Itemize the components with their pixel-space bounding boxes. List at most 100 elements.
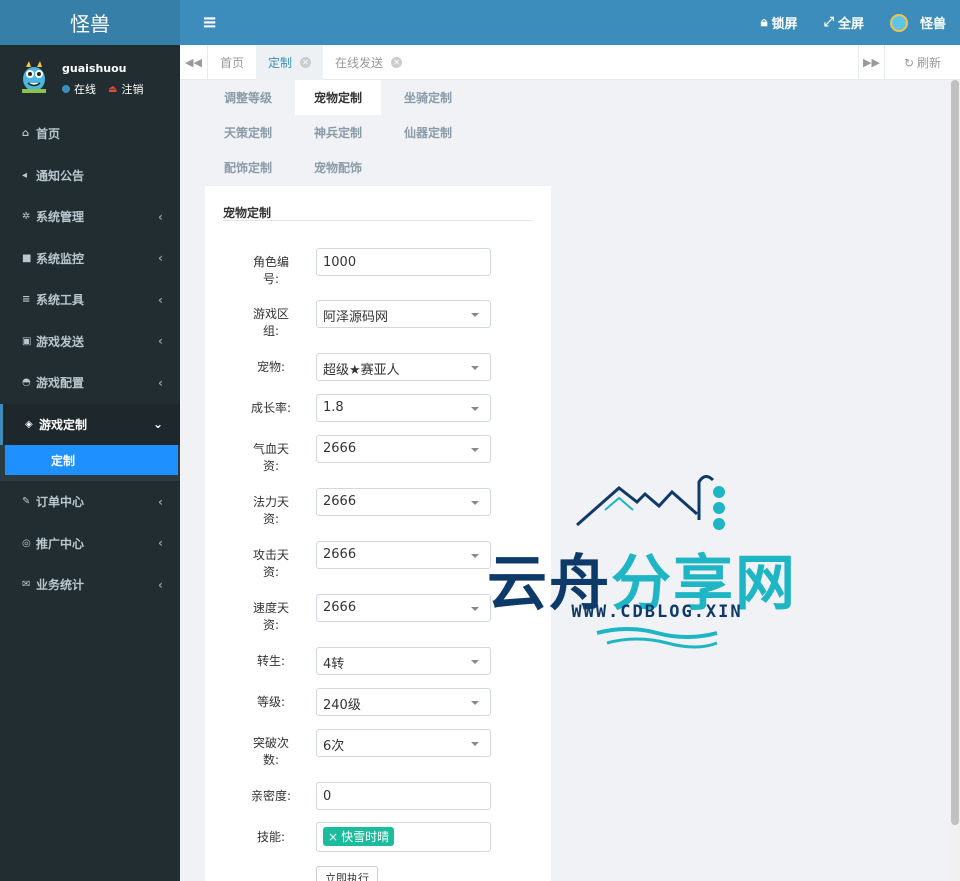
sidebar-submenu: 定制 (0, 445, 180, 481)
breakthrough-label: 突破次数: (252, 736, 289, 767)
speed-aptitude-label: 速度天资: (252, 601, 289, 632)
chevron-left-icon: ‹ (158, 251, 163, 266)
user-menu-label: 怪兽 (919, 17, 946, 32)
online-status-label: 在线 (74, 83, 96, 96)
scrollbar-thumb[interactable] (951, 80, 959, 825)
chevron-left-icon: ‹ (158, 536, 163, 551)
page-scrollbar[interactable] (950, 80, 960, 881)
form-divider (223, 220, 533, 221)
sidebar-item-label: 游戏配置 (36, 376, 85, 391)
sidebar-item-label: 系统管理 (36, 210, 85, 225)
chevron-left-icon: ‹ (158, 494, 163, 509)
lock-screen-label: 锁屏 (771, 17, 798, 32)
role-id-input[interactable] (316, 248, 491, 276)
sidebar-item-label: 通知公告 (36, 168, 85, 183)
sidebar-item-system-management[interactable]: ✲ 系统管理 ‹ (0, 196, 180, 238)
chevron-left-icon: ‹ (158, 375, 163, 390)
subtab-pet-custom[interactable]: 宠物定制 (295, 80, 381, 115)
bars-icon: ≡ (22, 294, 31, 306)
pet-select[interactable]: 超级★赛亚人 (316, 353, 491, 381)
intimacy-input[interactable] (316, 782, 491, 810)
subtab-mount-custom[interactable]: 坐骑定制 (385, 80, 471, 115)
avatar (22, 61, 46, 93)
subtab-accessory-custom[interactable]: 配饰定制 (205, 150, 291, 185)
pencil-icon: ✎ (22, 496, 31, 508)
breakthrough-select[interactable]: 6次 (316, 729, 491, 757)
remove-tag-icon[interactable]: × (328, 830, 338, 844)
server-group-select[interactable]: 阿泽源码网 (316, 300, 491, 328)
watermark-logo: 云舟分享网 WWW.CDBLOG.XIN (487, 470, 827, 655)
sidebar-item-label: 首页 (36, 127, 61, 142)
attack-aptitude-select[interactable]: 2666 (316, 541, 491, 569)
gift-icon: ▣ (22, 335, 32, 347)
mana-aptitude-label: 法力天资: (252, 495, 289, 526)
tab-custom[interactable]: 定制 ✕ (256, 45, 324, 80)
envelope-icon: ✉ (22, 579, 31, 591)
sidebar: guaishuou 在线 ⏏ 注销 ⌂ 首页 ◂ 通知公告 ✲ 系统管理 ‹ ■ 系统监控… (0, 45, 180, 881)
execute-button[interactable]: 立即执行 (316, 866, 378, 881)
hp-aptitude-label: 气血天资: (252, 442, 289, 473)
skill-tag-input[interactable]: × 快雪时晴 (316, 822, 491, 852)
sidebar-item-statistics[interactable]: ✉ 业务统计 ‹ (0, 564, 180, 606)
sidebar-item-label: 订单中心 (36, 495, 85, 510)
sidebar-item-system-monitor[interactable]: ■ 系统监控 ‹ (0, 238, 180, 280)
page-tabbar: ◀◀ 首页 定制 ✕ 在线发送 ✕ ▶▶ ↻ 刷新 (180, 45, 960, 80)
fullscreen-label: 全屏 (837, 17, 864, 32)
sidebar-item-label: 系统监控 (36, 251, 85, 266)
growth-rate-select[interactable]: 1.8 (316, 394, 491, 422)
hp-aptitude-select[interactable]: 2666 (316, 435, 491, 463)
refresh-button[interactable]: ↻ 刷新 (884, 45, 960, 80)
subtab-weapon-custom[interactable]: 神兵定制 (295, 115, 381, 150)
level-label: 等级: (256, 695, 286, 709)
level-select[interactable]: 240级 (316, 688, 491, 716)
chevron-down-icon: ⌄ (152, 417, 163, 432)
expand-icon: ⤢ (823, 15, 834, 30)
sidebar-item-game-custom[interactable]: ◈ 游戏定制 ⌄ (0, 403, 180, 445)
sidebar-item-game-config[interactable]: ◓ 游戏配置 ‹ (0, 362, 180, 404)
tab-scroll-right-button[interactable]: ▶▶ (858, 45, 884, 80)
sidebar-toggle-icon[interactable]: ≡ (202, 12, 217, 33)
mana-aptitude-select[interactable]: 2666 (316, 488, 491, 516)
rebirth-label: 转生: (256, 654, 286, 668)
bullhorn-icon: ◂ (22, 169, 28, 181)
sidebar-subitem-custom[interactable]: 定制 (5, 445, 178, 475)
subtab-tiance-custom[interactable]: 天策定制 (205, 115, 291, 150)
user-status: 在线 ⏏ 注销 (62, 81, 143, 97)
sidebar-item-system-tools[interactable]: ≡ 系统工具 ‹ (0, 279, 180, 321)
sidebar-item-label: 推广中心 (36, 536, 85, 551)
sidebar-item-notice[interactable]: ◂ 通知公告 (0, 155, 180, 197)
sidebar-item-game-send[interactable]: ▣ 游戏发送 ‹ (0, 321, 180, 363)
subtab-pet-accessory[interactable]: 宠物配饰 (295, 150, 381, 185)
logout-link[interactable]: 注销 (121, 81, 143, 97)
chevron-left-icon: ‹ (158, 334, 163, 349)
chevron-left-icon: ‹ (158, 209, 163, 224)
tab-label: 首页 (220, 56, 245, 70)
subtab-artifact-custom[interactable]: 仙器定制 (385, 115, 471, 150)
speed-aptitude-select[interactable]: 2666 (316, 594, 491, 622)
tab-scroll-left-button[interactable]: ◀◀ (180, 45, 208, 80)
sidebar-item-orders[interactable]: ✎ 订单中心 ‹ (0, 481, 180, 523)
dashboard-icon: ◓ (22, 377, 31, 389)
sidebar-item-promotion[interactable]: ◎ 推广中心 ‹ (0, 523, 180, 565)
main-content: 调整等级 宠物定制 坐骑定制 天策定制 神兵定制 仙器定制 配饰定制 宠物配饰 … (180, 80, 950, 881)
user-menu[interactable]: 怪兽 (889, 13, 946, 32)
sidebar-item-label: 游戏发送 (36, 334, 85, 349)
subtab-adjust-level[interactable]: 调整等级 (205, 80, 291, 115)
sidebar-item-home[interactable]: ⌂ 首页 (0, 113, 180, 155)
close-icon[interactable]: ✕ (300, 57, 312, 68)
eye-icon: ◎ (22, 537, 31, 549)
growth-rate-label: 成长率: (250, 401, 292, 415)
forward-icon: ▶▶ (863, 56, 880, 69)
tab-label: 在线发送 (335, 56, 384, 70)
tab-home[interactable]: 首页 (208, 45, 256, 80)
skill-tag: × 快雪时晴 (323, 827, 395, 846)
lock-screen-button[interactable]: 🔒︎ 锁屏 (761, 13, 798, 32)
rebirth-select[interactable]: 4转 (316, 647, 491, 675)
fullscreen-button[interactable]: ⤢ 全屏 (824, 13, 864, 32)
app-logo-title[interactable]: 怪兽 (0, 0, 180, 45)
video-icon: ■ (22, 252, 32, 264)
close-icon[interactable]: ✕ (391, 57, 403, 68)
role-id-label: 角色编号: (252, 255, 289, 286)
logout-icon[interactable]: ⏏ (108, 84, 117, 95)
tab-online-send[interactable]: 在线发送 ✕ (323, 45, 414, 80)
